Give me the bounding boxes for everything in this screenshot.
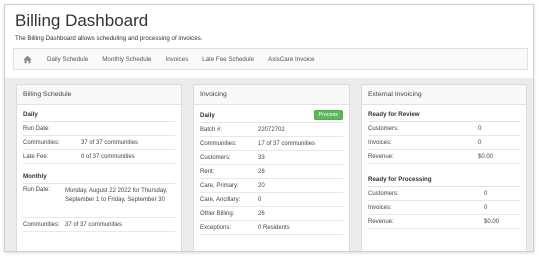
row-value: 0 [258, 196, 262, 203]
row-value: 0 [478, 125, 482, 132]
page-description: The Billing Dashboard allows scheduling … [15, 35, 203, 42]
data-row: Other Billing: 26 [200, 207, 343, 221]
row-label: Care, Primary: [200, 182, 239, 189]
row-label: Customers: [368, 125, 399, 132]
row-label: Invoices: [368, 204, 392, 211]
invoicing-rows: Batch #: 22072702 Communities: 17 of 37 com… [200, 123, 343, 235]
tab-axiscare-invoice[interactable]: AxisCare Invoice [261, 49, 321, 69]
data-row: Customers: 33 [200, 151, 343, 165]
tab-monthly-schedule[interactable]: Monthly Schedule [95, 49, 158, 69]
row-label: Rent: [200, 168, 215, 175]
invoicing-daily-title: Daily Process [200, 108, 343, 123]
data-row: Revenue: $0.00 [368, 150, 520, 164]
data-row: Exceptions: 0 Residents [200, 221, 343, 235]
row-label: Invoices: [368, 139, 392, 146]
invoicing-header: Invoicing [194, 85, 349, 105]
data-row: Batch #: 22072702 [200, 123, 343, 137]
row-value: 17 of 37 communities [258, 140, 316, 147]
invoicing-panel: Invoicing Daily Process Batch #: 22072702… [193, 84, 350, 251]
data-row: Care, Primary: 20 [200, 179, 343, 193]
billing-monthly-communities-row: Communities: 37 of 37 communities [23, 218, 175, 232]
row-label: Communities: [23, 221, 60, 228]
row-label: Communities: [200, 140, 237, 147]
row-label: Care, Ancillary: [200, 196, 241, 203]
nav-home[interactable] [14, 49, 40, 69]
billing-monthly-title: Monthly [23, 170, 175, 184]
row-value: 37 of 37 communities [81, 139, 139, 146]
row-value: 22072702 [258, 126, 285, 133]
invoicing-daily-title-text: Daily [200, 111, 215, 119]
row-label: Run Date: [23, 125, 51, 132]
row-value: $0.00 [484, 218, 500, 225]
row-value: 33 [258, 154, 265, 161]
data-row: Revenue: $0.00 [368, 215, 520, 229]
dashboard-content: Billing Schedule Daily Run Date: Communi… [5, 78, 533, 251]
nav-bar: Daily Schedule Monthly Schedule Invoices… [13, 48, 528, 70]
external-invoicing-panel: External Invoicing Ready for Review Cust… [361, 84, 527, 251]
data-row: Customers: 0 [368, 187, 520, 201]
home-icon [22, 55, 32, 63]
page-title: Billing Dashboard [15, 11, 149, 30]
row-value: 26 [258, 210, 265, 217]
review-rows: Customers: 0 Invoices: 0 Revenue: $0.00 [368, 122, 520, 164]
row-value: 37 of 37 communities [65, 221, 123, 228]
processing-rows: Customers: 0 Invoices: 0 Revenue: $0.00 [368, 187, 520, 229]
billing-schedule-header: Billing Schedule [17, 85, 181, 105]
row-value: Monday, August 22 2022 for Thursday, Sep… [65, 188, 168, 203]
billing-monthly-title-text: Monthly [23, 173, 47, 180]
tab-invoices[interactable]: Invoices [158, 49, 195, 69]
row-label: Customers: [200, 154, 231, 161]
row-label: Revenue: [368, 153, 394, 160]
data-row: Rent: 28 [200, 165, 343, 179]
row-label: Exceptions: [200, 224, 232, 231]
data-row: Customers: 0 [368, 122, 520, 136]
billing-monthly-run-date-row: Run Date: Monday, August 22 2022 for Thu… [23, 184, 175, 218]
billing-daily-run-date-row: Run Date: [23, 122, 175, 136]
ready-for-processing-title: Ready for Processing [368, 173, 520, 187]
tab-late-fee-schedule[interactable]: Late Fee Schedule [195, 49, 261, 69]
row-value: 28 [258, 168, 265, 175]
row-value: 0 Residents [258, 224, 290, 231]
row-value: $0.00 [478, 153, 494, 160]
ready-for-processing-title-text: Ready for Processing [368, 176, 432, 183]
row-value: 0 of 37 communities [81, 153, 135, 160]
row-label: Run Date: [23, 187, 51, 193]
billing-daily-communities-row: Communities: 37 of 37 communities [23, 136, 175, 150]
row-label: Communities: [23, 139, 60, 146]
data-row: Invoices: 0 [368, 136, 520, 150]
row-label: Other Billing: [200, 210, 235, 217]
data-row: Care, Ancillary: 0 [200, 193, 343, 207]
data-row: Invoices: 0 [368, 201, 520, 215]
data-row: Communities: 17 of 37 communities [200, 137, 343, 151]
row-label: Revenue: [368, 218, 394, 225]
row-label: Batch #: [200, 126, 223, 133]
ready-for-review-title: Ready for Review [368, 108, 520, 122]
ready-for-review-title-text: Ready for Review [368, 111, 420, 118]
row-value: 0 [484, 190, 488, 197]
row-value: 0 [484, 204, 488, 211]
external-invoicing-header: External Invoicing [362, 85, 526, 105]
billing-dashboard-window: Billing Dashboard The Billing Dashboard … [4, 4, 534, 252]
row-value: 20 [258, 182, 265, 189]
row-label: Customers: [368, 190, 399, 197]
billing-daily-title: Daily [23, 108, 175, 122]
process-button[interactable]: Process [313, 110, 343, 120]
tab-daily-schedule[interactable]: Daily Schedule [40, 49, 95, 69]
billing-daily-title-text: Daily [23, 111, 38, 118]
billing-daily-late-fee-row: Late Fee: 0 of 37 communities [23, 150, 175, 164]
row-value: 0 [478, 139, 482, 146]
billing-schedule-panel: Billing Schedule Daily Run Date: Communi… [16, 84, 182, 251]
row-label: Late Fee: [23, 153, 49, 160]
